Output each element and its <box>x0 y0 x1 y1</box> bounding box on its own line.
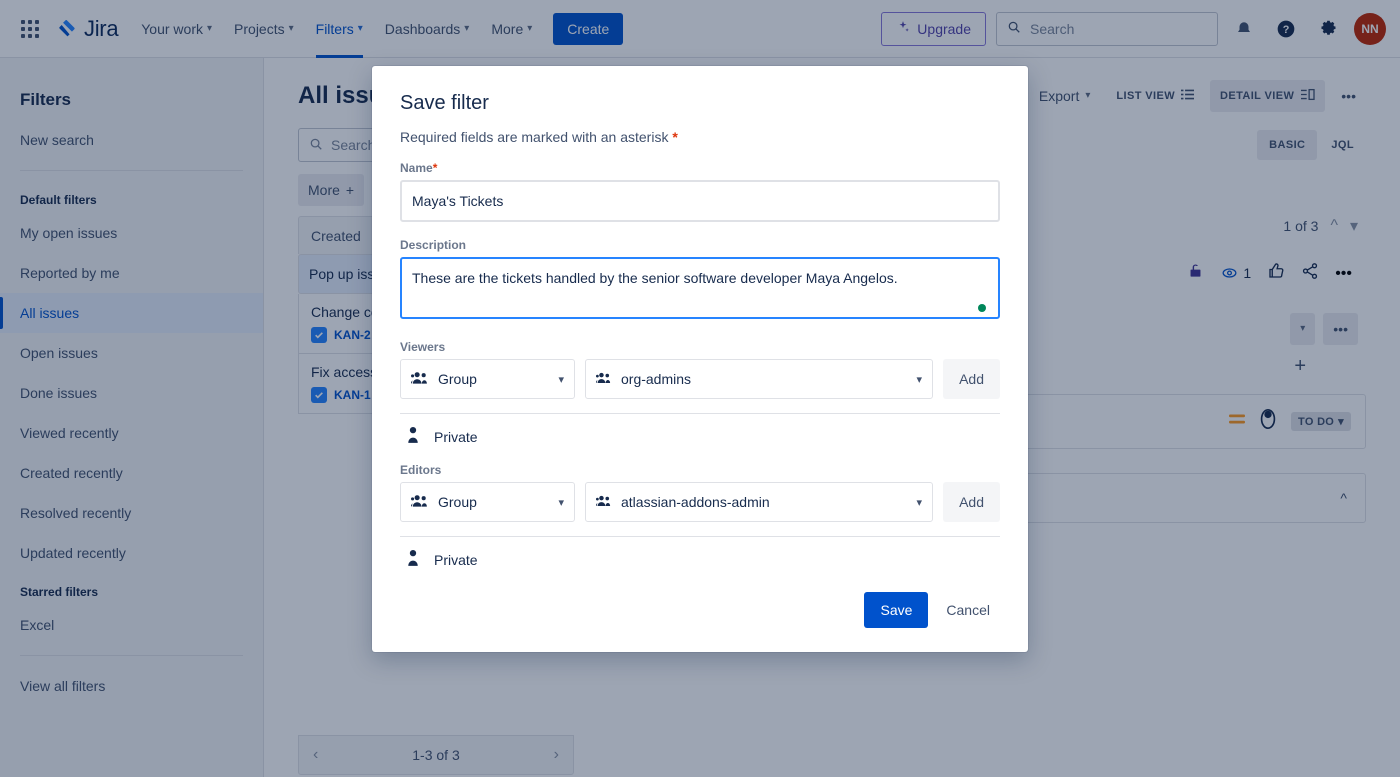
group-icon <box>411 494 429 511</box>
person-icon <box>406 426 420 447</box>
viewers-group-value: org-admins <box>621 371 692 387</box>
viewers-add-button[interactable]: Add <box>943 359 1000 399</box>
filter-name-input[interactable] <box>400 180 1000 222</box>
chevron-down-icon: ▾ <box>558 373 564 386</box>
name-field-label: Name* <box>400 161 1000 175</box>
filter-description-textarea[interactable] <box>400 257 1000 319</box>
editors-group-value: atlassian-addons-admin <box>621 494 770 510</box>
viewers-type-value: Group <box>438 371 477 387</box>
dialog-actions: Save Cancel <box>400 592 1000 628</box>
description-field-label: Description <box>400 238 467 252</box>
editors-group-dropdown[interactable]: atlassian-addons-admin ▾ <box>585 482 934 522</box>
viewers-group-dropdown[interactable]: org-admins ▾ <box>585 359 934 399</box>
editors-permission-row: Group ▾ atlassian-addons-admin ▾ Add <box>400 482 1000 522</box>
required-note-text: Required fields are marked with an aster… <box>400 129 669 145</box>
person-icon <box>406 549 420 570</box>
viewers-label: Viewers <box>400 340 446 354</box>
viewers-section: Viewers Group ▾ org-admins ▾ Add Private <box>400 340 1000 447</box>
group-icon <box>596 494 612 510</box>
group-icon <box>411 371 429 388</box>
chevron-down-icon: ▾ <box>916 496 923 509</box>
editors-add-button[interactable]: Add <box>943 482 1000 522</box>
editors-private-label: Private <box>434 551 478 568</box>
description-input-wrapper <box>400 257 1000 324</box>
chevron-down-icon: ▾ <box>916 373 923 386</box>
asterisk-icon: * <box>432 161 438 175</box>
group-icon <box>596 371 612 387</box>
name-label-text: Name <box>400 161 433 175</box>
editors-section: Editors Group ▾ atlassian-addons-admin ▾ <box>400 463 1000 570</box>
saved-indicator-icon <box>978 304 986 312</box>
editors-divider <box>400 536 1000 537</box>
viewers-permission-row: Group ▾ org-admins ▾ Add <box>400 359 1000 399</box>
save-filter-dialog: Save filter Required fields are marked w… <box>372 66 1028 652</box>
viewers-type-dropdown[interactable]: Group ▾ <box>400 359 575 399</box>
chevron-down-icon: ▾ <box>558 496 564 509</box>
required-fields-note: Required fields are marked with an aster… <box>400 129 1000 145</box>
editors-label: Editors <box>400 463 442 477</box>
jira-app-window: Jira Your work ▾ Projects ▾ Filters ▾ Dashb… <box>0 0 1400 777</box>
editors-type-value: Group <box>438 494 477 510</box>
editors-private-row: Private <box>400 549 1000 570</box>
description-field-block: Description <box>400 238 1000 324</box>
editors-type-dropdown[interactable]: Group ▾ <box>400 482 575 522</box>
dialog-title: Save filter <box>400 92 489 114</box>
viewers-private-row: Private <box>400 426 1000 447</box>
viewers-divider <box>400 413 1000 414</box>
name-field-block: Name* <box>400 161 1000 222</box>
cancel-button[interactable]: Cancel <box>936 592 1000 628</box>
save-button[interactable]: Save <box>864 592 929 628</box>
asterisk-icon: * <box>672 129 678 145</box>
viewers-private-label: Private <box>434 428 478 445</box>
